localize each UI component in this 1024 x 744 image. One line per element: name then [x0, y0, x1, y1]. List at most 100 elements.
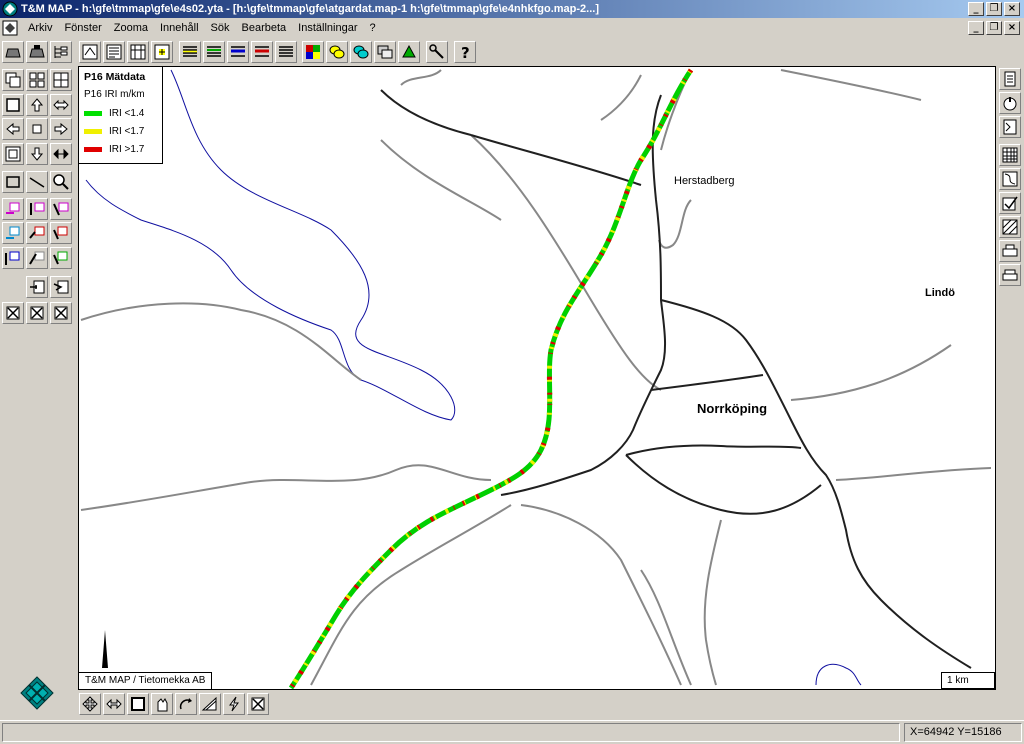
- menu-bar: Arkiv Fönster Zooma Innehåll Sök Bearbet…: [0, 18, 1024, 38]
- draw-area-button[interactable]: [50, 247, 72, 269]
- grid-button[interactable]: [151, 41, 173, 63]
- map-legend: P16 Mätdata P16 IRI m/km IRI <1.4 IRI <1…: [79, 67, 163, 164]
- yellow-shapes-button[interactable]: [326, 41, 348, 63]
- p16-road-base: [288, 68, 694, 689]
- check-button[interactable]: [999, 192, 1021, 214]
- list-green-button[interactable]: [203, 41, 225, 63]
- select-point-icon: [6, 202, 20, 214]
- color-palette-button[interactable]: [302, 41, 324, 63]
- triangle-button[interactable]: [199, 693, 221, 715]
- map-layers-button[interactable]: [79, 41, 101, 63]
- stamp-icon: [1003, 97, 1017, 111]
- save-map-button[interactable]: [26, 41, 48, 63]
- delete-area-button[interactable]: [50, 302, 72, 324]
- menu-fonster[interactable]: Fönster: [58, 19, 107, 37]
- table-button[interactable]: [127, 41, 149, 63]
- document-button[interactable]: [999, 116, 1021, 138]
- printer2-button[interactable]: [999, 264, 1021, 286]
- select-point-button[interactable]: [2, 198, 24, 220]
- minimize-button[interactable]: _: [968, 2, 984, 16]
- water-outline-2: [815, 663, 862, 686]
- doc-close-button[interactable]: ×: [1004, 21, 1020, 35]
- delete-point-button[interactable]: [2, 302, 24, 324]
- zoom-out-box-button[interactable]: [2, 143, 24, 165]
- split-button[interactable]: [50, 69, 72, 91]
- menu-bearbeta[interactable]: Bearbeta: [236, 19, 293, 37]
- scroll-up-button[interactable]: [999, 68, 1021, 90]
- measure-line-button[interactable]: [26, 171, 48, 193]
- select-box-button[interactable]: [2, 171, 24, 193]
- delete-area-icon: [54, 306, 68, 320]
- cyan-shapes-button[interactable]: [350, 41, 372, 63]
- legend-title: P16 Mätdata: [84, 71, 146, 83]
- menu-help[interactable]: ?: [364, 19, 382, 37]
- fit-button[interactable]: [50, 143, 72, 165]
- lightning-icon: [229, 696, 239, 712]
- zoom-window-icon: [6, 98, 20, 112]
- pan-up-button[interactable]: [26, 94, 48, 116]
- tile-button[interactable]: [26, 69, 48, 91]
- close-button[interactable]: ×: [1004, 2, 1020, 16]
- pan-lr-button[interactable]: [50, 94, 72, 116]
- map-view[interactable]: P16 Mätdata P16 IRI m/km IRI <1.4 IRI <1…: [78, 66, 996, 690]
- route-button[interactable]: [999, 168, 1021, 190]
- menu-sok[interactable]: Sök: [205, 19, 236, 37]
- zoom-window-button[interactable]: [2, 94, 24, 116]
- draw-point-button[interactable]: [2, 247, 24, 269]
- help-button[interactable]: ?: [454, 41, 476, 63]
- document-window-icon[interactable]: [2, 20, 18, 36]
- menu-zooma[interactable]: Zooma: [108, 19, 154, 37]
- edit-area-button[interactable]: [50, 222, 72, 244]
- doc-restore-button[interactable]: ❐: [986, 21, 1002, 35]
- move-button[interactable]: [79, 693, 101, 715]
- select-line-button[interactable]: [26, 198, 48, 220]
- gray-shapes-button[interactable]: [374, 41, 396, 63]
- cross-road-1: [650, 374, 764, 391]
- triangle-icon: [201, 696, 217, 711]
- square-button[interactable]: [127, 693, 149, 715]
- pan-down-button[interactable]: [26, 143, 48, 165]
- hatch-button[interactable]: [999, 216, 1021, 238]
- lightning-button[interactable]: [223, 693, 245, 715]
- map-info-button[interactable]: [103, 41, 125, 63]
- grid-view-button[interactable]: [999, 144, 1021, 166]
- draw-line-button[interactable]: [26, 247, 48, 269]
- delete-line-button[interactable]: [26, 302, 48, 324]
- restore-button[interactable]: ❐: [986, 2, 1002, 16]
- svg-text:?: ?: [461, 44, 470, 61]
- layers-button[interactable]: [2, 69, 24, 91]
- gray-road-8: [835, 467, 992, 481]
- list-lines-button[interactable]: [179, 41, 201, 63]
- list-red-button[interactable]: [251, 41, 273, 63]
- status-bar: X=64942 Y=15186: [0, 720, 1024, 744]
- green-arrow-button[interactable]: [398, 41, 420, 63]
- zoom-lens-button[interactable]: [50, 171, 72, 193]
- width-button[interactable]: [103, 693, 125, 715]
- list-gray-button[interactable]: [275, 41, 297, 63]
- list-blue-button[interactable]: [227, 41, 249, 63]
- edit-object-button[interactable]: [26, 276, 48, 298]
- open-map-button[interactable]: [2, 41, 24, 63]
- doc-minimize-button[interactable]: _: [968, 21, 984, 35]
- pan-right-button[interactable]: [50, 118, 72, 140]
- pan-left-button[interactable]: [2, 118, 24, 140]
- gray-road-13: [780, 69, 922, 101]
- stamp-button[interactable]: [999, 92, 1021, 114]
- delete-button[interactable]: [247, 693, 269, 715]
- document-icon: [1003, 119, 1017, 135]
- rotate-button[interactable]: [175, 693, 197, 715]
- menu-arkiv[interactable]: Arkiv: [22, 19, 58, 37]
- menu-innehall[interactable]: Innehåll: [154, 19, 205, 37]
- pointer-button[interactable]: [50, 276, 72, 298]
- printer-button[interactable]: [999, 240, 1021, 262]
- menu-installningar[interactable]: Inställningar: [292, 19, 363, 37]
- edit-line-button[interactable]: [26, 222, 48, 244]
- tree-button[interactable]: [50, 41, 72, 63]
- tools-button[interactable]: [426, 41, 448, 63]
- hand-button[interactable]: [151, 693, 173, 715]
- select-area-button[interactable]: [50, 198, 72, 220]
- center-button[interactable]: [26, 118, 48, 140]
- green-arrow-icon: [402, 44, 416, 58]
- legend-label: IRI >1.7: [109, 143, 145, 155]
- edit-point-button[interactable]: [2, 222, 24, 244]
